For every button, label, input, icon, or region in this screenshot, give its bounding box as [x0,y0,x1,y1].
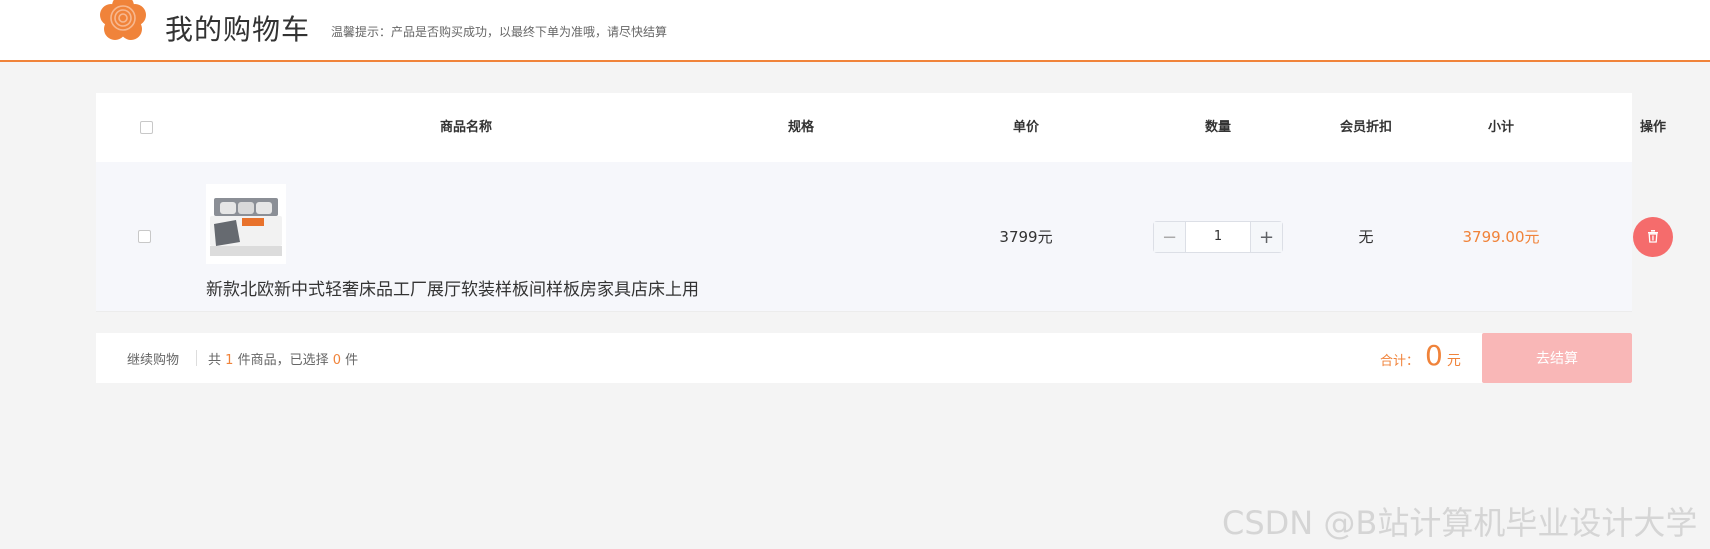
quantity-stepper: − 1 + [1153,221,1283,253]
col-product-name: 商品名称 [439,120,492,135]
product-image[interactable] [206,184,286,264]
member-discount: 无 [1358,228,1374,246]
page-title: 我的购物车 [165,13,311,46]
summary-prefix: 共 [208,353,222,368]
checkout-button[interactable]: 去结算 [1482,333,1632,383]
col-quantity: 数量 [1204,120,1231,135]
summary-suffix: 件 [345,353,359,368]
table-header: 商品名称 规格 单价 数量 会员折扣 小计 操作 [96,93,1666,162]
col-action: 操作 [1639,120,1666,135]
footer-divider [196,350,197,366]
delete-button[interactable] [1633,217,1673,257]
trash-icon [1646,228,1660,247]
table-row: 新款北欧新中式轻奢床品工厂展厅软装样板间样板房家具店床上用 3799元 − 1 … [96,162,1673,312]
page-tip: 温馨提示：产品是否购买成功，以最终下单为准哦，请尽快结算 [331,25,668,39]
flower-logo-icon [98,0,148,44]
continue-shopping-link[interactable]: 继续购物 [127,349,179,368]
page-header: 我的购物车 温馨提示：产品是否购买成功，以最终下单为准哦，请尽快结算 [0,0,1710,62]
total-unit: 元 [1446,353,1461,369]
col-discount: 会员折扣 [1339,120,1392,135]
col-spec: 规格 [787,120,814,135]
row-subtotal: 3799.00元 [1462,228,1540,246]
watermark: CSDN @B站计算机毕业设计大学 [1222,504,1698,542]
cart-footer: 继续购物 共 1 件商品，已选择 0 件 合计： 0 元 去结算 [96,333,1632,383]
cart-summary: 共 1 件商品，已选择 0 件 [208,349,358,368]
col-subtotal: 小计 [1487,120,1514,135]
row-checkbox[interactable] [138,230,151,243]
selected-item-count: 0 [332,353,342,368]
unit-price: 3799元 [999,228,1053,246]
cart-total: 合计： 0 元 [1380,339,1461,372]
decrease-quantity-button[interactable]: − [1154,222,1186,252]
cart-table: 商品名称 规格 单价 数量 会员折扣 小计 操作 新款北欧新中式轻奢床品工厂展厅… [96,93,1673,312]
total-label: 合计： [1380,354,1420,369]
summary-mid: 件商品，已选择 [237,353,329,368]
quantity-input[interactable]: 1 [1186,222,1250,252]
increase-quantity-button[interactable]: + [1250,222,1282,252]
product-name[interactable]: 新款北欧新中式轻奢床品工厂展厅软装样板间样板房家具店床上用 [206,275,731,300]
total-value: 0 [1425,339,1443,372]
total-item-count: 1 [225,353,234,368]
select-all-checkbox[interactable] [140,121,153,134]
col-price: 单价 [1012,120,1039,135]
